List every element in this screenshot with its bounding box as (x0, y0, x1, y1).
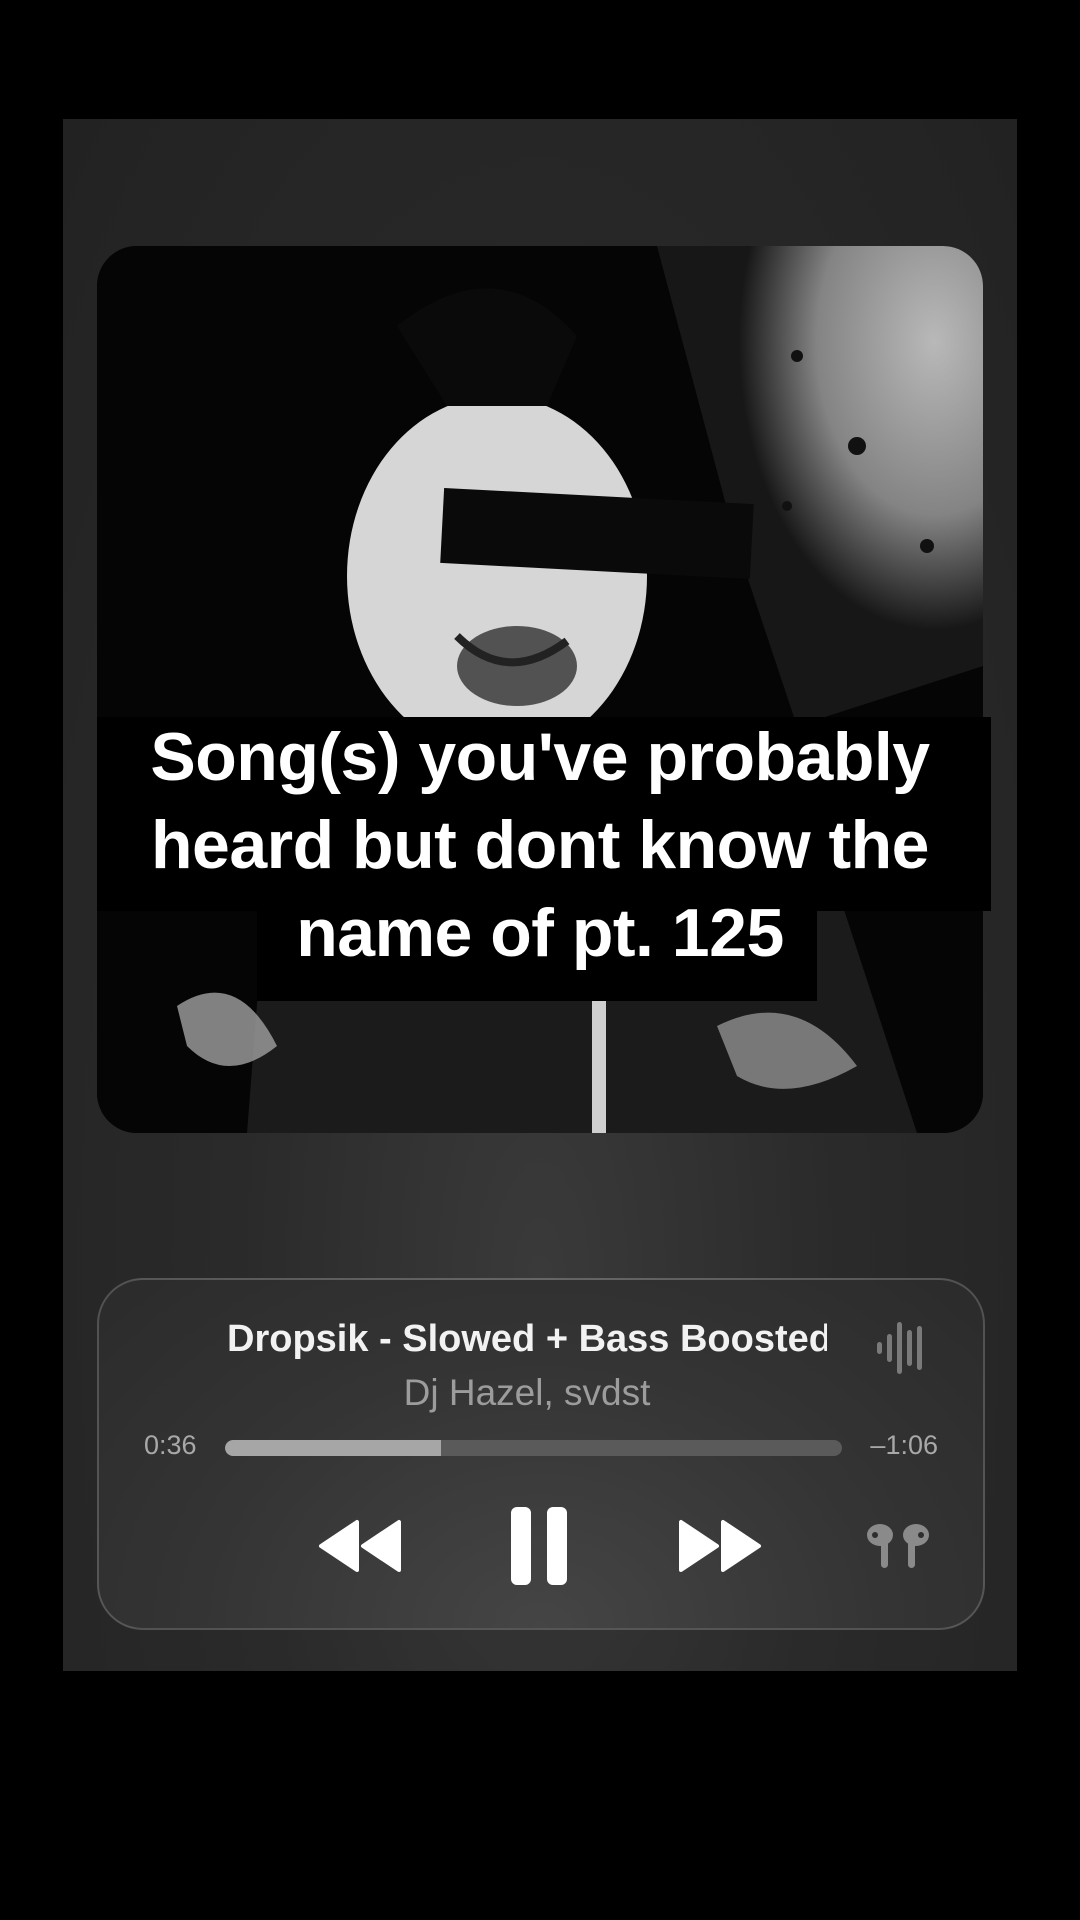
elapsed-time: 0:36 (144, 1430, 197, 1460)
rewind-icon (319, 1520, 401, 1572)
caption-line: Song(s) you've probably (150, 719, 930, 795)
rewind-button[interactable] (317, 1518, 403, 1574)
pause-icon (511, 1507, 567, 1585)
caption-line: heard but dont know the (150, 807, 930, 883)
progress-scrubber[interactable] (225, 1440, 842, 1456)
fast-forward-icon (679, 1520, 761, 1572)
fast-forward-button[interactable] (677, 1518, 763, 1574)
airpods-output-button[interactable] (863, 1522, 933, 1572)
song-title[interactable]: Dropsik - Slowed + Bass Boosted (227, 1318, 827, 1361)
remaining-time: –1:06 (870, 1430, 938, 1460)
pause-button[interactable] (509, 1505, 569, 1587)
video-caption: Song(s) you've probably heard but dont k… (85, 713, 995, 977)
waveform-icon (875, 1320, 929, 1376)
artist-name[interactable]: Dj Hazel, svdst (227, 1372, 827, 1414)
music-player-widget: Dropsik - Slowed + Bass Boosted Dj Hazel… (97, 1278, 985, 1630)
airpods-icon (867, 1524, 929, 1568)
caption-line: name of pt. 125 (296, 895, 784, 971)
progress-fill (225, 1440, 441, 1456)
